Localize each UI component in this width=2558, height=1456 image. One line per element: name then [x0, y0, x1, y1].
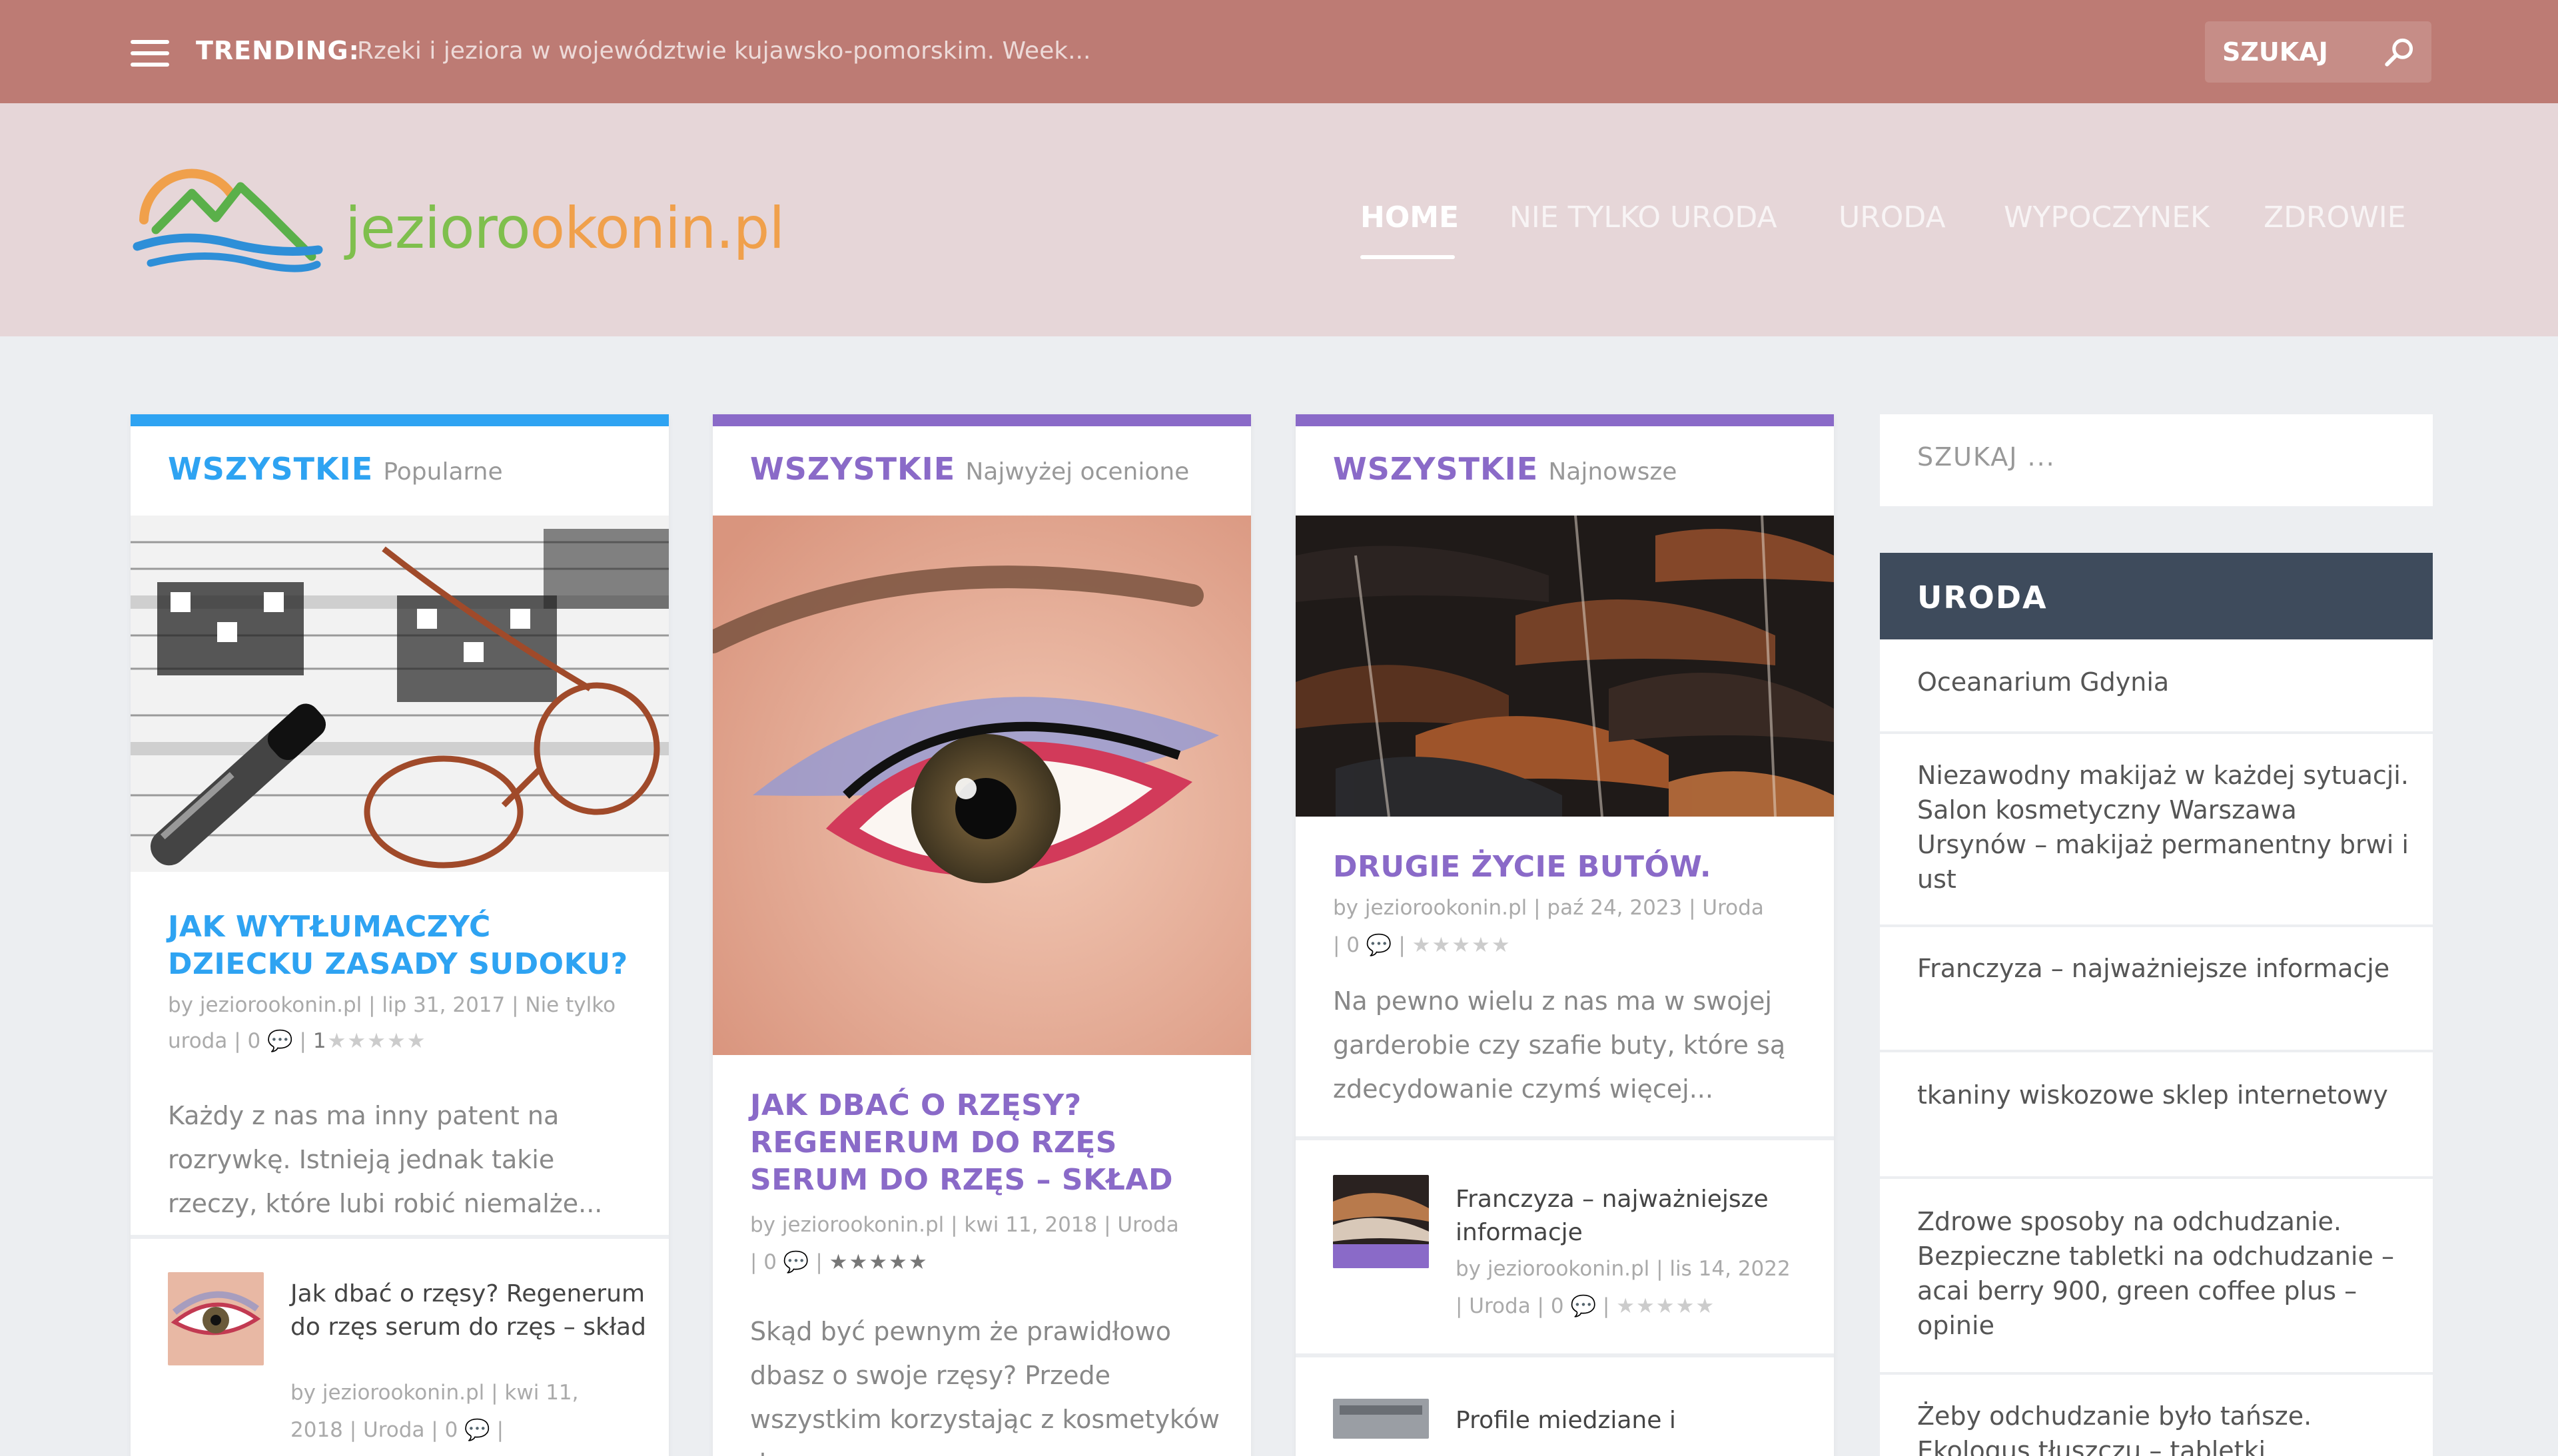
comment-icon: 💬	[1366, 933, 1392, 957]
uroda-widget: URODA Oceanarium Gdynia Niezawodny makij…	[1880, 553, 2433, 1456]
card-top-rated: WSZYSTKIE Najwyżej ocenione JAK DBAĆ O R…	[713, 414, 1251, 1456]
post-meta: by jeziorookonin.pl | kwi 11, 2018 | Uro…	[750, 1213, 1179, 1237]
widget-separator	[1880, 731, 2433, 734]
widget-separator	[1880, 1176, 2433, 1179]
comment-icon: 💬	[1570, 1294, 1597, 1318]
profile-thumbnail[interactable]	[1333, 1399, 1429, 1439]
card-subtitle: Najnowsze	[1548, 458, 1677, 486]
top-bar: TRENDING: Rzeki i jeziora w województwie…	[0, 0, 2558, 103]
trending-link[interactable]: Rzeki i jeziora w województwie kujawsko-…	[357, 37, 1090, 65]
shoes-image[interactable]	[1296, 516, 1834, 817]
shoes-thumbnail-illustration	[1333, 1175, 1429, 1268]
site-header: jeziorookonin.pl HOME NIE TYLKO URODA UR…	[0, 103, 2558, 336]
hamburger-menu-icon[interactable]	[131, 40, 169, 67]
card-newest: WSZYSTKIE Najnowsze DRUGIE ŻYCIE BUTÓW. …	[1296, 414, 1834, 1456]
site-logo[interactable]: jeziorookonin.pl	[131, 157, 785, 290]
eye-thumbnail-illustration	[168, 1272, 264, 1365]
trending-label: TRENDING:	[196, 36, 360, 65]
mini-post-title-link[interactable]: Jak dbać o rzęsy? Regenerum do rzęs seru…	[290, 1277, 650, 1344]
mini-post-title-link[interactable]: Franczyza – najważniejsze informacje	[1456, 1183, 1815, 1250]
search-icon[interactable]	[2381, 33, 2418, 71]
card-category-link[interactable]: WSZYSTKIE	[168, 451, 373, 487]
card-title-link[interactable]: JAK WYTŁUMACZYĆ DZIECKU ZASADY SUDOKU?	[168, 909, 647, 983]
logo-text: jeziorookonin.pl	[345, 195, 785, 262]
top-search-box[interactable]: SZUKAJ	[2205, 21, 2431, 83]
mini-post-meta: by jeziorookonin.pl | lis 14, 2022	[1456, 1257, 1791, 1281]
post-meta-line2: | 0 💬 | ★★★★★	[750, 1250, 929, 1274]
card-header: WSZYSTKIE Najnowsze	[1333, 451, 1677, 487]
eye-makeup-thumbnail[interactable]	[168, 1272, 264, 1365]
shoes-rack-illustration	[1296, 516, 1834, 817]
sidebar-post-link[interactable]: Franczyza – najważniejsze informacje	[1917, 951, 2410, 986]
sidebar-search-placeholder: SZUKAJ ...	[1917, 442, 2056, 472]
sidebar-post-link[interactable]: Żeby odchudzanie było tańsze. Ekologus t…	[1917, 1399, 2410, 1456]
star-icon: ★★★★★	[327, 1029, 427, 1053]
card-header: WSZYSTKIE Popularne	[168, 451, 503, 487]
crossword-newspaper-image[interactable]	[131, 516, 669, 872]
card-title-link[interactable]: DRUGIE ŻYCIE BUTÓW.	[1333, 849, 1813, 886]
crossword-glasses-pen-illustration	[131, 516, 669, 872]
post-excerpt: Skąd być pewnym że prawidłowo dbasz o sw…	[750, 1317, 1220, 1456]
nav-nie-tylko-uroda[interactable]: NIE TYLKO URODA	[1509, 200, 1777, 234]
post-meta-line2: | 0 💬 | ★★★★★	[1333, 933, 1511, 957]
star-icon: ★★★★★	[1412, 933, 1511, 957]
sidebar-post-link[interactable]: tkaniny wiskozowe sklep internetowy	[1917, 1078, 2410, 1112]
widget-separator	[1880, 924, 2433, 927]
mini-post-meta: by jeziorookonin.pl | kwi 11,	[290, 1381, 579, 1405]
nav-wypoczynek[interactable]: WYPOCZYNEK	[2004, 200, 2210, 234]
star-icon: ★★★★★	[829, 1250, 929, 1274]
profile-thumbnail-illustration	[1333, 1399, 1429, 1439]
nav-home[interactable]: HOME	[1360, 200, 1459, 234]
card-divider	[1296, 1353, 1834, 1357]
mini-post-meta-line2: | Uroda | 0 💬 | ★★★★★	[1456, 1294, 1716, 1318]
star-icon: ★★★★★	[1616, 1294, 1716, 1318]
top-search-label: SZUKAJ	[2222, 37, 2328, 67]
card-accent-line	[713, 414, 1251, 426]
comment-icon: 💬	[267, 1029, 293, 1053]
sidebar-post-link[interactable]: Niezawodny makijaż w każdej sytuacji. Sa…	[1917, 758, 2410, 897]
widget-separator	[1880, 1050, 2433, 1052]
card-subtitle: Popularne	[383, 458, 503, 486]
post-excerpt: Każdy z nas ma inny patent na rozrywkę. …	[168, 1101, 603, 1218]
card-category-link[interactable]: WSZYSTKIE	[750, 451, 955, 487]
eye-makeup-image[interactable]	[713, 516, 1251, 1055]
card-subtitle: Najwyżej ocenione	[965, 458, 1190, 486]
mini-post-title-link[interactable]: Profile miedziane i	[1456, 1404, 1815, 1437]
card-popular: WSZYSTKIE Popularne JAK WYTŁUMACZYĆ DZIE…	[131, 414, 669, 1456]
card-divider	[131, 1235, 669, 1239]
shoes-thumbnail[interactable]	[1333, 1175, 1429, 1268]
sidebar-search-input[interactable]: SZUKAJ ...	[1880, 414, 2433, 506]
mountain-lake-logo-icon	[133, 169, 323, 272]
widget-title: URODA	[1917, 579, 2048, 615]
card-category-link[interactable]: WSZYSTKIE	[1333, 451, 1538, 487]
nav-active-underline	[1360, 255, 1455, 259]
widget-header: URODA	[1880, 553, 2433, 639]
card-title-link[interactable]: JAK DBAĆ O RZĘSY? REGENERUM DO RZĘS SERU…	[750, 1087, 1230, 1199]
comment-icon: 💬	[783, 1250, 809, 1274]
mini-post-meta-line2: 2018 | Uroda | 0 💬 |	[290, 1418, 504, 1442]
rating-value: 1	[312, 1029, 328, 1053]
card-accent-line	[131, 414, 669, 426]
post-meta: by jeziorookonin.pl | paź 24, 2023 | Uro…	[1333, 896, 1764, 920]
sidebar-post-link[interactable]: Zdrowe sposoby na odchudzanie. Bezpieczn…	[1917, 1204, 2410, 1343]
comment-icon: 💬	[464, 1418, 490, 1442]
nav-uroda[interactable]: URODA	[1839, 200, 1946, 234]
card-divider	[1296, 1136, 1834, 1140]
widget-separator	[1880, 1372, 2433, 1375]
card-accent-line	[1296, 414, 1834, 426]
post-meta-line2: uroda | 0 💬 | 1★★★★★	[168, 1029, 427, 1053]
sidebar-post-link[interactable]: Oceanarium Gdynia	[1917, 665, 2410, 699]
post-meta: by jeziorookonin.pl | lip 31, 2017 | Nie…	[168, 993, 616, 1017]
card-header: WSZYSTKIE Najwyżej ocenione	[750, 451, 1189, 487]
nav-zdrowie[interactable]: ZDROWIE	[2264, 200, 2406, 234]
post-excerpt: Na pewno wielu z nas ma w swojej gardero…	[1333, 986, 1786, 1104]
eye-makeup-illustration	[713, 516, 1251, 1055]
